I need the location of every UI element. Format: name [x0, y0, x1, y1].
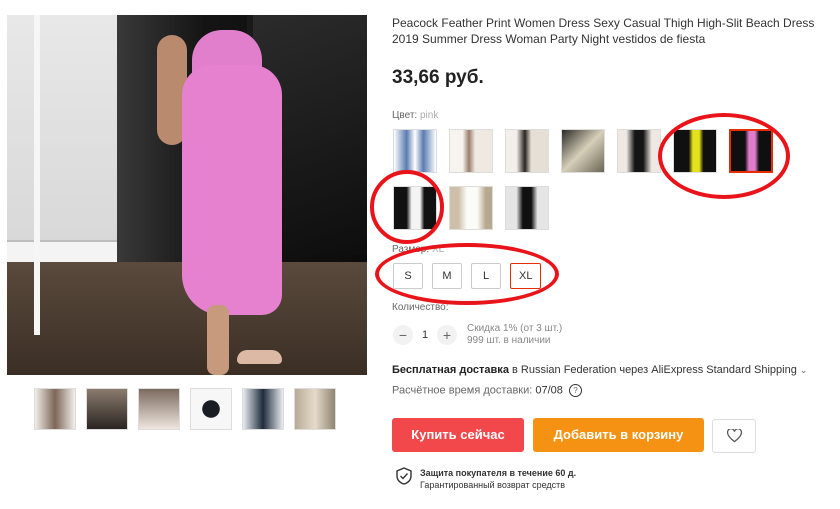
image-model-leg	[207, 305, 229, 375]
gallery-thumb[interactable]	[34, 388, 76, 430]
quantity-minus-button[interactable]: −	[393, 325, 413, 345]
size-label: Размер: XL	[392, 244, 444, 255]
image-shoe	[237, 350, 282, 364]
buyer-protection: Защита покупателя в течение 60 д. Гарант…	[396, 467, 576, 491]
color-swatch-beige-print[interactable]	[561, 129, 605, 173]
quantity-value[interactable]: 1	[413, 329, 437, 341]
product-price: 33,66 руб.	[392, 67, 484, 88]
color-swatch-pink[interactable]	[729, 129, 773, 173]
quantity-stock: 999 шт. в наличии	[467, 335, 551, 346]
size-option-m[interactable]: M	[432, 263, 462, 289]
shipping-method[interactable]: в Russian Federation через AliExpress St…	[509, 364, 797, 376]
gallery-thumb[interactable]	[138, 388, 180, 430]
heart-icon	[726, 427, 742, 443]
quantity-stepper: − 1 + Скидка 1% (от 3 шт.) 999 шт. в нал…	[393, 323, 562, 347]
delivery-estimate: Расчётное время доставки: 07/08 ?	[392, 384, 582, 397]
shipping-info: Бесплатная доставка в Russian Federation…	[392, 364, 807, 376]
protection-title: Защита покупателя в течение 60 д.	[420, 468, 577, 478]
color-swatch-white-print[interactable]	[449, 129, 493, 173]
size-options: S M L XL	[393, 263, 542, 289]
size-label-text: Размер:	[392, 244, 430, 255]
delivery-date: 07/08	[535, 384, 563, 397]
color-swatch-white-long[interactable]	[449, 186, 493, 230]
color-swatch-black-white[interactable]	[505, 129, 549, 173]
color-label-text: Цвет:	[392, 110, 418, 121]
color-swatch-denim[interactable]	[393, 129, 437, 173]
buy-now-button[interactable]: Купить сейчас	[392, 418, 524, 452]
quantity-info: Скидка 1% (от 3 шт.) 999 шт. в наличии	[467, 323, 562, 347]
shield-check-icon	[396, 467, 412, 485]
gallery-thumb[interactable]	[190, 388, 232, 430]
help-icon[interactable]: ?	[568, 384, 582, 397]
gallery-thumb[interactable]	[242, 388, 284, 430]
add-to-cart-button[interactable]: Добавить в корзину	[533, 418, 704, 452]
color-swatch-yellow[interactable]	[673, 129, 717, 173]
chevron-down-icon[interactable]: ⌄	[800, 365, 808, 375]
free-shipping-label: Бесплатная доставка	[392, 364, 509, 376]
size-option-s[interactable]: S	[393, 263, 423, 289]
color-swatch-white-short[interactable]	[393, 186, 437, 230]
gallery-thumb[interactable]	[294, 388, 336, 430]
size-option-xl[interactable]: XL	[510, 263, 542, 289]
product-title: Peacock Feather Print Women Dress Sexy C…	[392, 16, 815, 46]
color-swatch-black-strapless[interactable]	[617, 129, 661, 173]
protection-subtitle: Гарантированный возврат средств	[420, 480, 566, 490]
wishlist-button[interactable]	[712, 419, 756, 453]
image-gallery	[34, 388, 336, 430]
quantity-plus-button[interactable]: +	[437, 325, 457, 345]
color-swatch-black-slit[interactable]	[505, 186, 549, 230]
quantity-discount: Скидка 1% (от 3 шт.)	[467, 323, 563, 334]
size-option-l[interactable]: L	[471, 263, 501, 289]
color-value: pink	[419, 110, 439, 121]
image-pole	[34, 15, 40, 335]
gallery-thumb[interactable]	[86, 388, 128, 430]
image-pink-dress	[182, 65, 282, 315]
image-baseboard	[7, 240, 117, 264]
quantity-label: Количество:	[392, 302, 449, 313]
size-value: XL	[431, 244, 445, 255]
protection-text: Защита покупателя в течение 60 д. Гарант…	[420, 467, 576, 491]
delivery-label: Расчётное время доставки:	[392, 384, 533, 397]
main-product-image[interactable]	[7, 15, 367, 375]
color-label: Цвет: pink	[392, 110, 438, 121]
